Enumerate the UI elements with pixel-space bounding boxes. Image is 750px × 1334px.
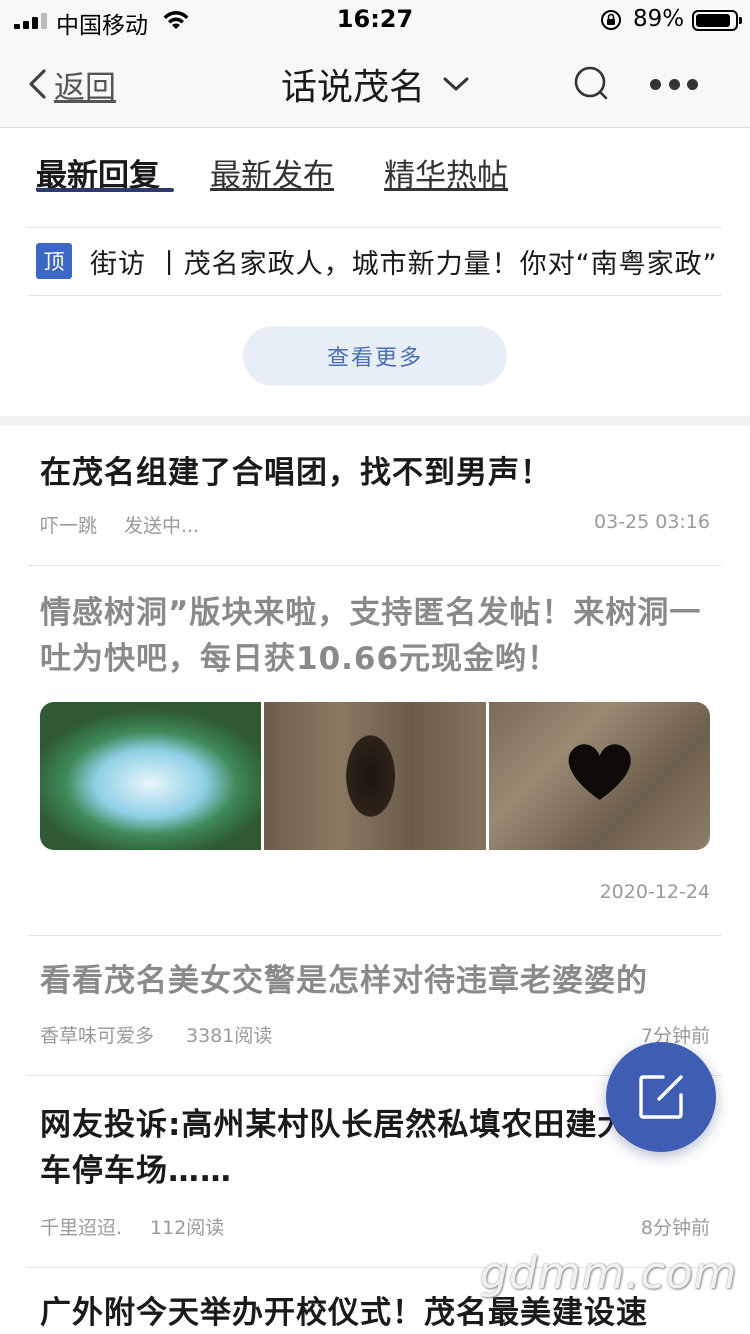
post-author: 香草味可爱多 xyxy=(40,1025,155,1047)
status-bar: 中国移动 16:27 89% xyxy=(0,0,750,40)
forum-switcher[interactable]: 话说茂名 xyxy=(281,58,469,110)
pinned-post[interactable]: 顶 街访 丨茂名家政人，城市新力量！你对“南粤家政” xyxy=(28,228,722,294)
heart-hollow-image[interactable] xyxy=(488,702,710,850)
forest-frame-image[interactable] xyxy=(40,702,262,850)
post-time: 8分钟前 xyxy=(640,1217,710,1239)
nav-title-area: 话说茂名 xyxy=(0,58,750,110)
view-more-button[interactable]: 查看更多 xyxy=(243,326,507,386)
heart-icon xyxy=(568,744,631,800)
compose-icon xyxy=(639,1075,683,1119)
watermark: gdmm.com xyxy=(480,1248,738,1299)
tree-hollow-image[interactable] xyxy=(264,702,486,850)
divider xyxy=(28,565,722,566)
chevron-down-icon xyxy=(443,77,469,91)
battery-level xyxy=(696,14,730,27)
pinned-post-title: 街访 丨茂名家政人，城市新力量！你对“南粤家政” xyxy=(90,248,718,280)
post-author: 吓一跳 xyxy=(40,515,98,537)
post-reads: 112阅读 xyxy=(150,1217,225,1239)
tab-featured[interactable]: 精华热帖 xyxy=(384,150,508,195)
post-title[interactable]: 网友投诉:高州某村队长居然私填农田建大型货车停车场…… xyxy=(40,1102,700,1194)
active-tab-indicator xyxy=(36,188,174,192)
post-reads: 3381阅读 xyxy=(186,1025,273,1047)
more-icon[interactable] xyxy=(650,70,698,98)
divider xyxy=(28,935,722,936)
post-image-strip xyxy=(40,702,710,850)
post-title[interactable]: 看看茂名美女交警是怎样对待违章老婆婆的 xyxy=(40,958,716,1004)
post-author: 千里迢迢. xyxy=(40,1217,123,1239)
section-separator xyxy=(0,416,750,426)
orientation-lock-icon xyxy=(601,10,621,30)
post-title[interactable]: 在茂名组建了合唱团，找不到男声！ xyxy=(40,450,716,496)
post-date: 2020-12-24 xyxy=(599,881,710,903)
tab-latest-post[interactable]: 最新发布 xyxy=(210,150,334,195)
post-title[interactable]: 情感树洞”版块来啦，支持匿名发帖！来树洞一吐为快吧，每日获10.66元现金哟！ xyxy=(40,590,716,682)
nav-bar: 返回 话说茂名 xyxy=(0,40,750,128)
divider xyxy=(28,295,722,296)
search-icon[interactable] xyxy=(572,64,612,104)
compose-button[interactable] xyxy=(606,1042,716,1152)
battery-percent: 89% xyxy=(633,6,685,32)
post-time: 03-25 03:16 xyxy=(593,511,710,533)
pinned-badge: 顶 xyxy=(36,243,72,279)
post-status: 发送中... xyxy=(124,515,200,537)
battery-icon xyxy=(692,10,742,31)
page-title: 话说茂名 xyxy=(280,67,425,108)
